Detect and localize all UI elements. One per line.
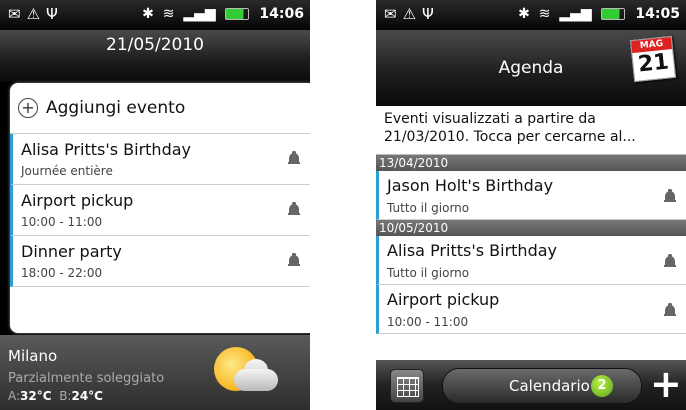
bell-icon bbox=[288, 151, 300, 165]
notice-line-2: 21/03/2010. Tocca per cercarne al... bbox=[384, 129, 636, 145]
bell-icon bbox=[664, 254, 676, 268]
event-time: Tutto il giorno bbox=[387, 266, 470, 280]
event-time: 10:00 - 11:00 bbox=[21, 215, 103, 229]
usb-icon: Ψ bbox=[422, 5, 440, 23]
bell-icon bbox=[664, 303, 676, 317]
plus-icon: + bbox=[18, 98, 38, 118]
calendar-label: Calendario bbox=[509, 377, 590, 395]
weather-description: Parzialmente soleggiato bbox=[8, 371, 165, 386]
signal-icon: ▂▄▆ bbox=[183, 6, 216, 22]
weather-partly-sunny-icon bbox=[206, 343, 286, 403]
status-time: 14:05 bbox=[635, 6, 680, 22]
status-bar: ✉⚠Ψ ✱ ≋ ▂▄▆ 14:06 bbox=[0, 0, 310, 30]
event-title: Dinner party bbox=[21, 242, 122, 261]
notice-line-1: Eventi visualizzati a partire da bbox=[384, 111, 596, 127]
event-time: Tutto il giorno bbox=[387, 201, 470, 215]
bell-icon bbox=[288, 253, 300, 267]
agenda-screen: ✉⚠Ψ ✱ ≋ ▂▄▆ 14:05 Agenda MAG 21 Eventi v… bbox=[376, 0, 686, 410]
date-header: 13/04/2010 bbox=[376, 155, 686, 171]
warning-icon: ⚠ bbox=[402, 5, 423, 23]
notification-icons: ✉⚠Ψ bbox=[8, 5, 64, 23]
calendar-day: 21 bbox=[636, 49, 671, 78]
warning-icon: ⚠ bbox=[26, 5, 47, 23]
date-title: 21/05/2010 bbox=[106, 35, 204, 55]
date-header: 10/05/2010 bbox=[376, 220, 686, 236]
status-time: 14:06 bbox=[259, 6, 304, 22]
wifi-icon: ≋ bbox=[162, 6, 175, 22]
envelope-icon: ✉ bbox=[384, 5, 403, 23]
signal-icon: ▂▄▆ bbox=[559, 6, 592, 22]
event-title: Alisa Pritts's Birthday bbox=[387, 241, 557, 260]
event-time: Journée entière bbox=[21, 164, 113, 178]
calendar-icon: MAG 21 bbox=[629, 35, 677, 83]
calendar-grid-button[interactable] bbox=[390, 369, 424, 403]
envelope-icon: ✉ bbox=[8, 5, 27, 23]
event-item[interactable]: Alisa Pritts's Birthday Journée entière bbox=[10, 134, 310, 185]
add-event-plus-button[interactable]: + bbox=[650, 364, 682, 404]
day-events-card: + Aggiungi evento Alisa Pritts's Birthda… bbox=[10, 83, 310, 333]
agenda-list[interactable]: Eventi visualizzati a partire da 21/03/2… bbox=[376, 106, 686, 360]
status-right: ✱ ≋ ▂▄▆ 14:06 bbox=[142, 6, 304, 22]
event-title: Alisa Pritts's Birthday bbox=[21, 140, 191, 159]
add-event-button[interactable]: + Aggiungi evento bbox=[10, 83, 310, 134]
low-temperature: 24°C bbox=[71, 389, 103, 403]
weather-widget[interactable]: Milano Parzialmente soleggiato A:32°C B:… bbox=[0, 335, 310, 410]
bluetooth-icon: ✱ bbox=[142, 6, 154, 22]
agenda-title-bar: Agenda MAG 21 bbox=[376, 30, 686, 106]
high-temperature: 32°C bbox=[20, 389, 52, 403]
status-bar: ✉⚠Ψ ✱ ≋ ▂▄▆ 14:05 bbox=[376, 0, 686, 30]
event-item[interactable]: Alisa Pritts's Birthday Tutto il giorno bbox=[376, 236, 686, 285]
calendar-switch-button[interactable]: Calendario 2 bbox=[442, 368, 642, 404]
bell-icon bbox=[288, 202, 300, 216]
event-title: Airport pickup bbox=[21, 191, 134, 210]
bluetooth-icon: ✱ bbox=[518, 6, 530, 22]
battery-icon bbox=[224, 8, 249, 20]
high-label: A: bbox=[8, 389, 21, 403]
status-right: ✱ ≋ ▂▄▆ 14:05 bbox=[518, 6, 680, 22]
date-title-bar: 21/05/2010 bbox=[0, 30, 310, 82]
calendar-count-badge: 2 bbox=[591, 375, 613, 397]
event-item[interactable]: Airport pickup 10:00 - 11:00 bbox=[10, 185, 310, 236]
weather-city: Milano bbox=[8, 347, 58, 365]
event-title: Airport pickup bbox=[387, 290, 500, 309]
event-item[interactable]: Dinner party 18:00 - 22:00 bbox=[10, 236, 310, 287]
event-time: 18:00 - 22:00 bbox=[21, 266, 103, 280]
notification-icons: ✉⚠Ψ bbox=[384, 5, 440, 23]
add-event-label: Aggiungi evento bbox=[46, 98, 186, 118]
bell-icon bbox=[664, 189, 676, 203]
calendar-grid-icon bbox=[397, 377, 419, 397]
event-title: Jason Holt's Birthday bbox=[387, 176, 554, 195]
day-view-screen: ✉⚠Ψ ✱ ≋ ▂▄▆ 14:06 21/05/2010 + Aggiungi … bbox=[0, 0, 310, 410]
battery-icon bbox=[600, 8, 625, 20]
search-earlier-notice[interactable]: Eventi visualizzati a partire da 21/03/2… bbox=[376, 106, 686, 155]
event-item[interactable]: Jason Holt's Birthday Tutto il giorno bbox=[376, 171, 686, 220]
event-time: 10:00 - 11:00 bbox=[387, 315, 469, 329]
low-label: B: bbox=[59, 389, 72, 403]
weather-temperatures: A:32°C B:24°C bbox=[8, 389, 103, 403]
bottom-bar: Calendario 2 + bbox=[376, 360, 686, 410]
event-item[interactable]: Airport pickup 10:00 - 11:00 bbox=[376, 285, 686, 334]
wifi-icon: ≋ bbox=[538, 6, 551, 22]
usb-icon: Ψ bbox=[46, 5, 64, 23]
